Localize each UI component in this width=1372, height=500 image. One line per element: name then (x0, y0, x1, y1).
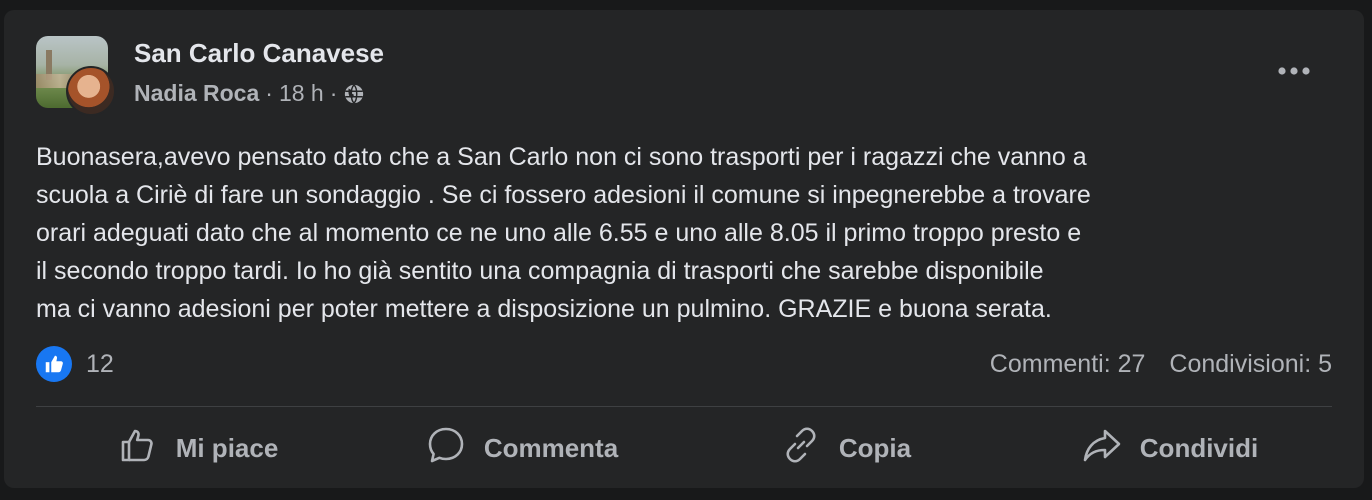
post-body-text: Buonasera,avevo pensato dato che a San C… (36, 143, 1091, 323)
copy-link-button[interactable]: Copia (684, 416, 1008, 480)
divider (36, 406, 1332, 407)
reaction-count[interactable]: 12 (86, 350, 114, 379)
author-avatar[interactable] (66, 66, 116, 116)
more-options-button[interactable] (1272, 54, 1316, 90)
author-name-link[interactable]: Nadia Roca (134, 80, 259, 107)
action-bar: Mi piace Commenta Copia Condividi (36, 416, 1332, 480)
thumbs-up-outline-icon (118, 425, 158, 472)
reactions-summary[interactable]: 12 (36, 344, 114, 384)
like-button-label: Mi piace (175, 432, 279, 463)
share-button[interactable]: Condividi (1008, 416, 1332, 480)
link-icon (781, 425, 821, 472)
post-header: San Carlo Canavese Nadia Roca · 18 h · (36, 34, 1332, 116)
thumbs-up-icon (36, 346, 72, 382)
share-button-label: Condividi (1139, 432, 1259, 463)
post-card: San Carlo Canavese Nadia Roca · 18 h · B… (4, 10, 1364, 488)
more-horizontal-icon (1277, 63, 1311, 81)
meta-separator: · (329, 80, 338, 106)
post-time-link[interactable]: 18 h (279, 80, 324, 107)
globe-icon[interactable] (343, 83, 365, 105)
comment-button[interactable]: Commenta (360, 416, 684, 480)
comment-bubble-icon (426, 425, 466, 472)
engagement-stats: Commenti: 27 Condivisioni: 5 (990, 344, 1332, 384)
shares-count-link[interactable]: Condivisioni: 5 (1169, 350, 1332, 379)
group-name-link[interactable]: San Carlo Canavese (134, 38, 384, 69)
comments-count-link[interactable]: Commenti: 27 (990, 350, 1146, 379)
share-arrow-icon (1082, 425, 1122, 472)
post-meta: Nadia Roca · 18 h · (134, 80, 365, 107)
meta-separator: · (265, 80, 273, 106)
like-button[interactable]: Mi piace (36, 416, 360, 480)
copy-link-button-label: Copia (838, 432, 912, 463)
avatar-stack[interactable] (36, 34, 116, 116)
comment-button-label: Commenta (483, 432, 619, 463)
